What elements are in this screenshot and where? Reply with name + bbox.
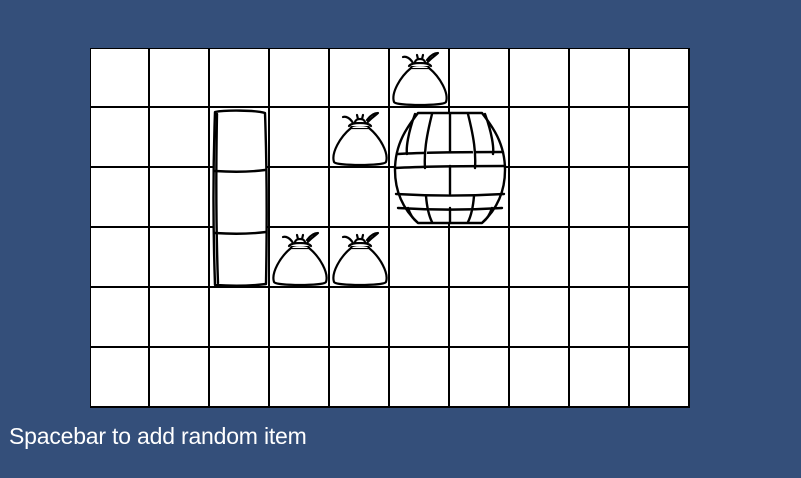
inventory-slot[interactable] <box>330 288 390 348</box>
inventory-slot[interactable] <box>570 288 630 348</box>
inventory-slot[interactable] <box>330 348 390 408</box>
crate-column-icon <box>212 109 268 287</box>
inventory-slot[interactable] <box>570 108 630 168</box>
barrel-icon <box>393 111 507 225</box>
inventory-slot[interactable] <box>90 288 150 348</box>
inventory-slot[interactable] <box>510 168 570 228</box>
inventory-slot[interactable] <box>90 108 150 168</box>
inventory-slot[interactable] <box>270 168 330 228</box>
inventory-slot[interactable] <box>270 48 330 108</box>
inventory-slot[interactable] <box>510 228 570 288</box>
inventory-slot[interactable] <box>450 348 510 408</box>
sack-icon <box>332 111 388 167</box>
inventory-slot[interactable] <box>390 348 450 408</box>
inventory-slot[interactable] <box>270 288 330 348</box>
inventory-slot[interactable] <box>150 288 210 348</box>
inventory-slot[interactable] <box>570 48 630 108</box>
inventory-slot[interactable] <box>630 108 690 168</box>
inventory-slot[interactable] <box>630 168 690 228</box>
inventory-slot[interactable] <box>630 288 690 348</box>
inventory-slot[interactable] <box>510 108 570 168</box>
inventory-slot[interactable] <box>210 288 270 348</box>
sack-item[interactable] <box>330 108 390 168</box>
inventory-slot[interactable] <box>270 108 330 168</box>
inventory-slot[interactable] <box>630 348 690 408</box>
inventory-slot[interactable] <box>630 228 690 288</box>
sack-item[interactable] <box>330 228 390 288</box>
add-item-hint: Spacebar to add random item <box>9 423 307 449</box>
crate-column-item[interactable] <box>210 108 270 288</box>
barrel-item[interactable] <box>390 108 510 228</box>
inventory-slot[interactable] <box>510 348 570 408</box>
inventory-slot[interactable] <box>390 228 450 288</box>
inventory-slot[interactable] <box>90 48 150 108</box>
sack-icon <box>392 51 448 107</box>
inventory-slot[interactable] <box>630 48 690 108</box>
inventory-slot[interactable] <box>570 348 630 408</box>
inventory-slot[interactable] <box>570 228 630 288</box>
inventory-slot[interactable] <box>150 48 210 108</box>
inventory-slot[interactable] <box>450 228 510 288</box>
inventory-slot[interactable] <box>90 348 150 408</box>
inventory-slot[interactable] <box>90 228 150 288</box>
inventory-slot[interactable] <box>510 288 570 348</box>
inventory-slot[interactable] <box>210 48 270 108</box>
inventory-slot[interactable] <box>570 168 630 228</box>
sack-item[interactable] <box>390 48 450 108</box>
sack-icon <box>272 231 328 287</box>
inventory-slot[interactable] <box>330 48 390 108</box>
inventory-slot[interactable] <box>390 288 450 348</box>
inventory-slot[interactable] <box>510 48 570 108</box>
inventory-slot[interactable] <box>330 168 390 228</box>
inventory-slot[interactable] <box>150 168 210 228</box>
inventory-slot[interactable] <box>450 288 510 348</box>
inventory-slot[interactable] <box>210 348 270 408</box>
inventory-slot[interactable] <box>270 348 330 408</box>
inventory-slot[interactable] <box>90 168 150 228</box>
inventory-slot[interactable] <box>150 348 210 408</box>
inventory-slot[interactable] <box>150 228 210 288</box>
sack-item[interactable] <box>270 228 330 288</box>
inventory-slot[interactable] <box>150 108 210 168</box>
sack-icon <box>332 231 388 287</box>
inventory-slot[interactable] <box>450 48 510 108</box>
